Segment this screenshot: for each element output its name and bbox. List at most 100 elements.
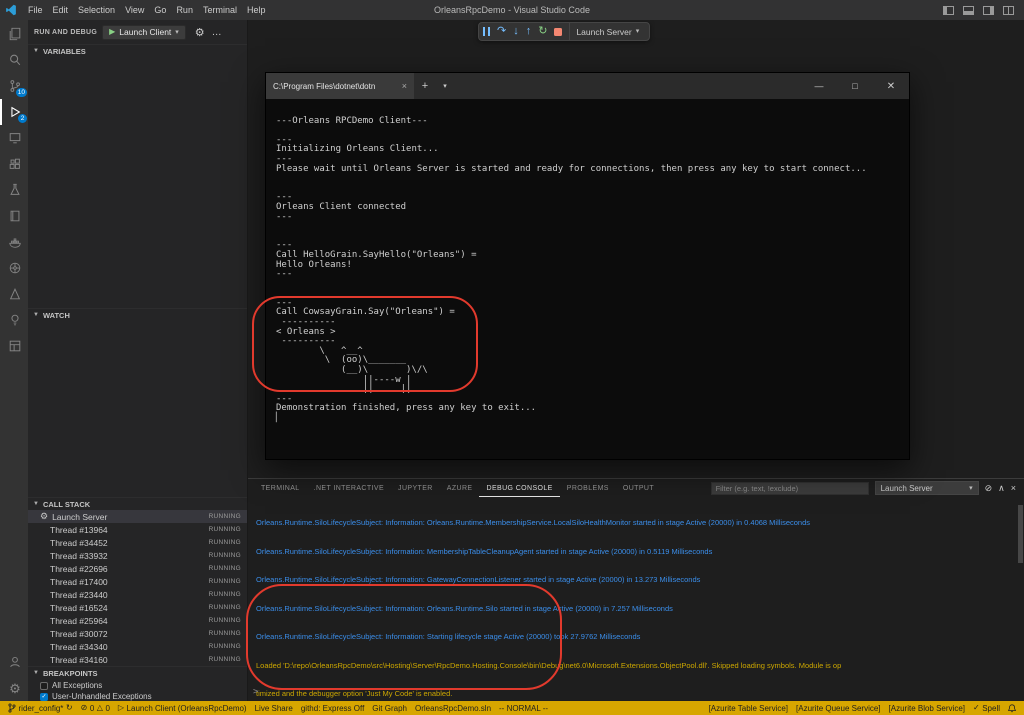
- menu-go[interactable]: Go: [149, 0, 171, 20]
- stop-icon[interactable]: [554, 27, 563, 36]
- checkbox-unchecked[interactable]: [40, 681, 48, 690]
- callstack-thread-row[interactable]: Thread #16524 RUNNING: [28, 601, 247, 614]
- console-tab[interactable]: C:\Program Files\dotnet\dotn ×: [266, 73, 414, 99]
- close-icon[interactable]: ✕: [873, 73, 909, 99]
- minimize-icon[interactable]: —: [801, 73, 837, 99]
- callstack-thread-row[interactable]: Thread #22696 RUNNING: [28, 562, 247, 575]
- menu-file[interactable]: File: [23, 0, 48, 20]
- variables-section-header[interactable]: ▼ VARIABLES: [28, 44, 247, 57]
- debug-console-prompt[interactable]: >: [253, 687, 258, 698]
- azurite-table-item[interactable]: [Azurite Table Service]: [705, 704, 792, 713]
- sidebar-item-lightbulb[interactable]: [0, 307, 28, 333]
- thread-label: Thread #34160: [50, 654, 108, 665]
- tab-dropdown-icon[interactable]: ▾: [436, 73, 454, 99]
- callstack-thread-row[interactable]: Thread #13964 RUNNING: [28, 523, 247, 536]
- sidebar-item-docker[interactable]: [0, 229, 28, 255]
- scrollbar-thumb[interactable]: [1018, 505, 1023, 563]
- console-output[interactable]: ---Orleans RPCDemo Client--- --- Initial…: [266, 99, 909, 459]
- run-debug-header: RUN AND DEBUG ▶ Launch Client ▾ ⚙ …: [28, 20, 247, 44]
- sidebar-item-kubernetes[interactable]: [0, 255, 28, 281]
- step-into-icon[interactable]: ↓: [513, 26, 519, 37]
- status-bar: rider_config* ↻ ⊘ 0 △ 0 ▷ Launch Client …: [0, 701, 1024, 715]
- githd-item[interactable]: githd: Express Off: [297, 704, 368, 713]
- notifications-item[interactable]: [1004, 703, 1020, 713]
- sidebar-item-explorer[interactable]: [0, 21, 28, 47]
- sidebar-item-docs[interactable]: [0, 203, 28, 229]
- toggle-panel-icon[interactable]: [963, 5, 974, 15]
- menu-run[interactable]: Run: [171, 0, 198, 20]
- accounts-item[interactable]: [0, 649, 28, 675]
- debug-session-dropdown[interactable]: Launch Server ▾: [569, 22, 645, 41]
- step-out-icon[interactable]: ↑: [526, 26, 532, 37]
- debug-target-item[interactable]: ▷ Launch Client (OrleansRpcDemo): [114, 704, 251, 713]
- callstack-thread-row[interactable]: Thread #23440 RUNNING: [28, 588, 247, 601]
- new-tab-icon[interactable]: +: [414, 73, 436, 99]
- menu-edit[interactable]: Edit: [48, 0, 74, 20]
- debug-badge: 2: [18, 114, 27, 123]
- sidebar-item-azure[interactable]: [0, 281, 28, 307]
- git-branch-item[interactable]: rider_config* ↻: [4, 703, 77, 713]
- menu-terminal[interactable]: Terminal: [198, 0, 242, 20]
- tab-azure[interactable]: AZURE: [440, 479, 480, 497]
- problems-item[interactable]: ⊘ 0 △ 0: [77, 704, 114, 713]
- callstack-session-row[interactable]: ⚙ Launch Server RUNNING: [28, 510, 247, 523]
- checkbox-checked[interactable]: ✓: [40, 692, 48, 701]
- tab-terminal[interactable]: TERMINAL: [254, 479, 307, 497]
- sidebar-item-extensions[interactable]: [0, 151, 28, 177]
- tab-jupyter[interactable]: JUPYTER: [391, 479, 440, 497]
- open-launch-json-gear-icon[interactable]: ⚙: [195, 26, 205, 39]
- close-tab-icon[interactable]: ×: [402, 81, 407, 91]
- extensions-icon: [9, 158, 20, 169]
- sidebar-item-remote-explorer[interactable]: [0, 125, 28, 151]
- breakpoint-row-all-exceptions[interactable]: All Exceptions: [28, 680, 247, 691]
- spell-checker-item[interactable]: ✓ Spell: [969, 704, 1004, 713]
- callstack-thread-row[interactable]: Thread #34452 RUNNING: [28, 536, 247, 549]
- close-panel-icon[interactable]: ×: [1011, 483, 1016, 493]
- azurite-queue-item[interactable]: [Azurite Queue Service]: [792, 704, 884, 713]
- maximize-icon[interactable]: □: [837, 73, 873, 99]
- sidebar-item-testing[interactable]: [0, 177, 28, 203]
- debug-console-output[interactable]: Orleans.Runtime.SiloLifecycleSubject: In…: [248, 497, 1024, 702]
- callstack-thread-row[interactable]: Thread #30072 RUNNING: [28, 627, 247, 640]
- tab-problems[interactable]: PROBLEMS: [560, 479, 616, 497]
- azurite-blob-item[interactable]: [Azurite Blob Service]: [885, 704, 969, 713]
- callstack-thread-row[interactable]: Thread #33932 RUNNING: [28, 549, 247, 562]
- git-graph-item[interactable]: Git Graph: [368, 704, 411, 713]
- step-over-icon[interactable]: ↷: [497, 26, 506, 37]
- sidebar-item-search[interactable]: [0, 47, 28, 73]
- manage-item[interactable]: ⚙: [0, 675, 28, 701]
- clear-console-icon[interactable]: ⊘: [985, 483, 993, 493]
- tab-output[interactable]: OUTPUT: [616, 479, 661, 497]
- callstack-thread-row[interactable]: Thread #34160 RUNNING: [28, 653, 247, 666]
- callstack-thread-row[interactable]: Thread #25964 RUNNING: [28, 614, 247, 627]
- watch-section-header[interactable]: ▼ WATCH: [28, 308, 247, 321]
- maximize-panel-icon[interactable]: ∧: [998, 483, 1005, 493]
- filter-input[interactable]: [710, 481, 869, 495]
- launch-config-dropdown[interactable]: ▶ Launch Client ▾: [102, 24, 186, 40]
- pause-icon[interactable]: [483, 27, 490, 36]
- sidebar-item-run-debug[interactable]: 2: [0, 99, 28, 125]
- toggle-sidebar-icon[interactable]: [943, 5, 954, 15]
- menu-help[interactable]: Help: [242, 0, 271, 20]
- console-session-dropdown[interactable]: Launch Server ▾: [874, 481, 979, 495]
- solution-item[interactable]: OrleansRpcDemo.sln: [411, 704, 495, 713]
- search-icon: [10, 54, 21, 66]
- start-debug-icon[interactable]: ▶: [109, 28, 115, 36]
- callstack-thread-row[interactable]: Thread #17400 RUNNING: [28, 575, 247, 588]
- tab-dotnet-interactive[interactable]: .NET INTERACTIVE: [307, 479, 391, 497]
- panel-scrollbar[interactable]: [1017, 497, 1024, 702]
- console-title-bar[interactable]: C:\Program Files\dotnet\dotn × + ▾ — □ ✕: [266, 73, 909, 99]
- callstack-section-header[interactable]: ▼ CALL STACK: [28, 497, 247, 510]
- restart-icon[interactable]: ↻: [538, 26, 547, 37]
- live-share-item[interactable]: Live Share: [251, 704, 297, 713]
- menu-view[interactable]: View: [120, 0, 149, 20]
- sidebar-item-source-control[interactable]: 10: [0, 73, 28, 99]
- sidebar-item-containers[interactable]: [0, 333, 28, 359]
- callstack-thread-row[interactable]: Thread #34340 RUNNING: [28, 640, 247, 653]
- views-more-icon[interactable]: …: [212, 27, 222, 38]
- breakpoints-section-header[interactable]: ▼ BREAKPOINTS: [28, 666, 247, 679]
- menu-selection[interactable]: Selection: [73, 0, 120, 20]
- customize-layout-icon[interactable]: [1003, 5, 1014, 15]
- toggle-secondary-sidebar-icon[interactable]: [983, 5, 994, 15]
- tab-debug-console[interactable]: DEBUG CONSOLE: [479, 479, 559, 497]
